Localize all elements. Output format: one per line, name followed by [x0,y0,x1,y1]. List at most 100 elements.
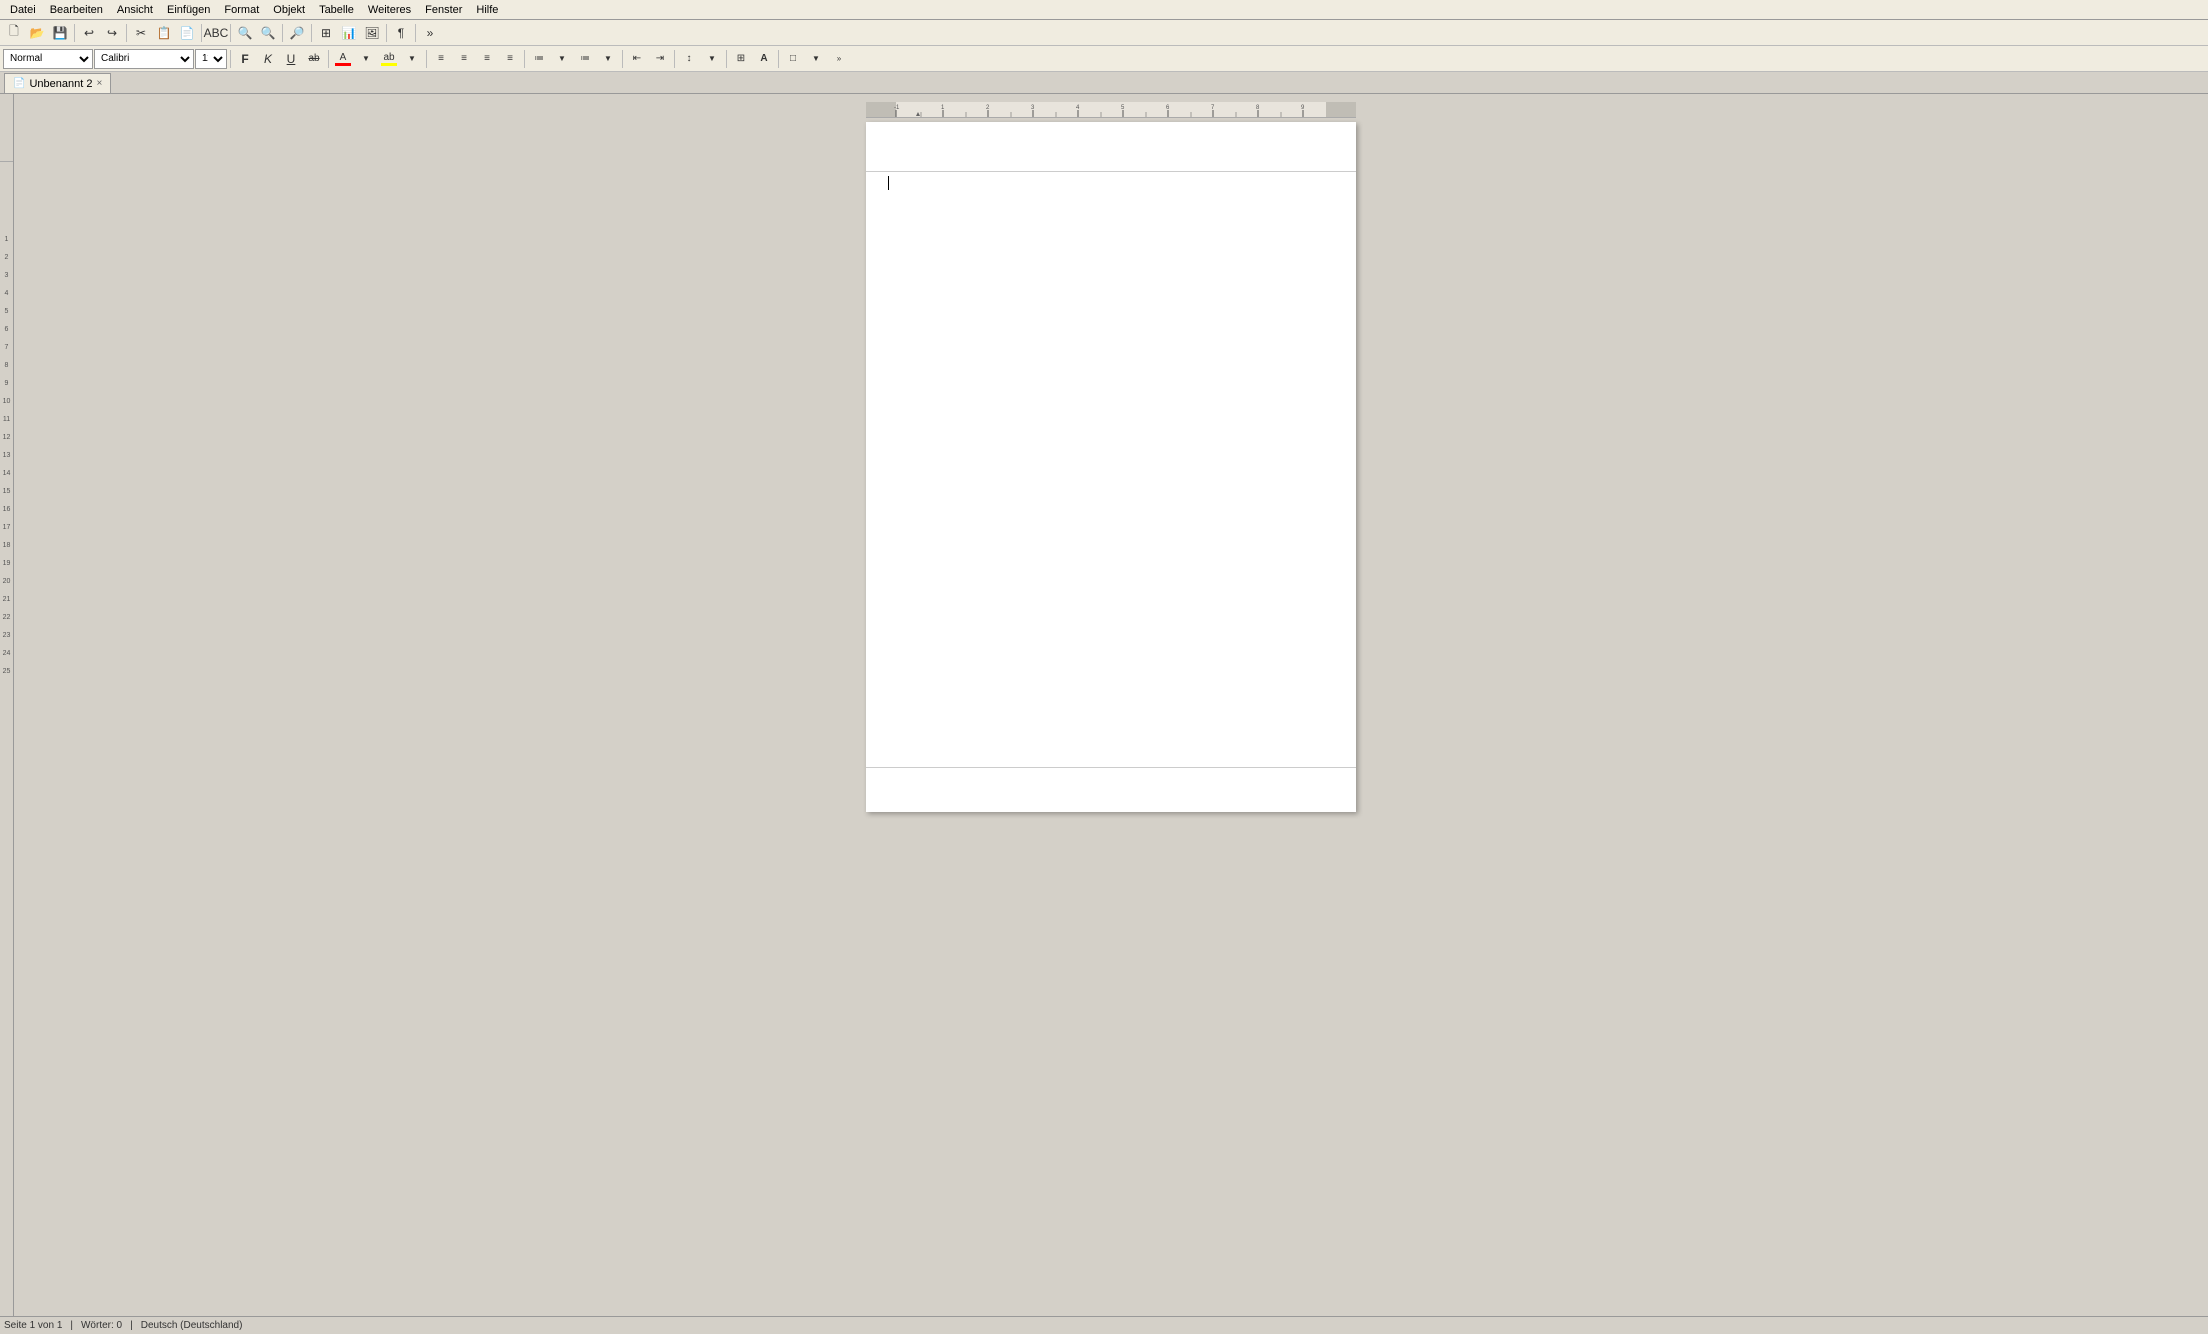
font-color-button[interactable]: A [332,49,354,69]
indent-button[interactable]: ⇥ [649,49,671,69]
font-size-dropdown[interactable]: 11 [195,49,227,69]
zoom-out-button[interactable]: 🔍 [257,23,279,43]
v-ruler-marks: 1 2 3 4 5 6 7 8 9 10 11 12 13 14 15 16 1… [3,230,11,680]
v-mark-9: 9 [3,374,11,392]
separator-1 [74,24,75,42]
tab-close-button[interactable]: × [96,78,102,89]
highlight-color-button[interactable]: ab [378,49,400,69]
v-mark-23: 23 [3,626,11,644]
v-ruler-top [0,94,13,162]
underline-button[interactable]: U [280,49,302,69]
align-center-button[interactable]: ≡ [453,49,475,69]
vertical-ruler: 1 2 3 4 5 6 7 8 9 10 11 12 13 14 15 16 1… [0,94,14,1316]
sep-fmt-1 [230,50,231,68]
horizontal-ruler: -1 1 2 3 4 [866,102,1356,118]
font-dropdown[interactable]: Calibri [94,49,194,69]
menu-hilfe[interactable]: Hilfe [470,3,504,17]
menu-ansicht[interactable]: Ansicht [111,3,159,17]
copy-button[interactable]: 📋 [153,23,175,43]
menu-objekt[interactable]: Objekt [267,3,311,17]
frame-arrow[interactable]: ▼ [805,49,827,69]
separator-6 [311,24,312,42]
font-color-indicator [335,63,351,66]
open-button[interactable]: 📂 [26,23,48,43]
save-button[interactable]: 💾 [49,23,71,43]
new-button[interactable]: 🗋 [3,23,25,43]
separator-8 [415,24,416,42]
highlight-arrow[interactable]: ▼ [401,49,423,69]
paste-button[interactable]: 📄 [176,23,198,43]
menu-datei[interactable]: Datei [4,3,42,17]
main-area: 1 2 3 4 5 6 7 8 9 10 11 12 13 14 15 16 1… [0,94,2208,1316]
chart-button[interactable]: 📊 [338,23,360,43]
list-ordered-button[interactable]: ≔ [574,49,596,69]
cut-button[interactable]: ✂ [130,23,152,43]
frame-button[interactable]: □ [782,49,804,69]
menu-einfuegen[interactable]: Einfügen [161,3,216,17]
separator-7 [386,24,387,42]
table-insert-button[interactable]: ⊞ [315,23,337,43]
language-indicator: Deutsch (Deutschland) [141,1320,243,1331]
menu-bearbeiten[interactable]: Bearbeiten [44,3,109,17]
status-bar: Seite 1 von 1 | Wörter: 0 | Deutsch (Deu… [0,1316,2208,1334]
v-mark-24: 24 [3,644,11,662]
v-mark-12: 12 [3,428,11,446]
strikethrough-button[interactable]: ab [303,49,325,69]
nonprint-button[interactable]: ¶ [390,23,412,43]
editor-area[interactable]: -1 1 2 3 4 [14,94,2208,1316]
v-mark-3: 3 [3,266,11,284]
justify-button[interactable]: ≡ [499,49,521,69]
styles-button[interactable]: A [753,49,775,69]
v-mark-8: 8 [3,356,11,374]
h-ruler-container: -1 1 2 3 4 [866,102,1356,118]
v-mark-10: 10 [3,392,11,410]
undo-button[interactable]: ↩ [78,23,100,43]
zoom-in-button[interactable]: 🔍 [234,23,256,43]
menu-fenster[interactable]: Fenster [419,3,468,17]
word-count: Wörter: 0 [81,1320,122,1331]
find-button[interactable]: 🔎 [286,23,308,43]
v-mark-20: 20 [3,572,11,590]
menu-bar: Datei Bearbeiten Ansicht Einfügen Format… [0,0,2208,20]
more-fmt-button[interactable]: » [828,49,850,69]
line-spacing-button[interactable]: ↕ [678,49,700,69]
page-wrapper [866,122,1356,816]
line-spacing-arrow[interactable]: ▼ [701,49,723,69]
align-right-button[interactable]: ≡ [476,49,498,69]
document-tab[interactable]: 📄 Unbenannt 2 × [4,73,111,93]
sep-fmt-4 [524,50,525,68]
v-mark-1: 1 [3,230,11,248]
v-mark-7: 7 [3,338,11,356]
v-mark-5: 5 [3,302,11,320]
italic-button[interactable]: K [257,49,279,69]
page-body[interactable] [866,172,1356,767]
highlight-color-indicator [381,63,397,66]
separator-4 [230,24,231,42]
sep-fmt-8 [778,50,779,68]
image-button[interactable]: 🖼 [361,23,383,43]
font-color-arrow[interactable]: ▼ [355,49,377,69]
more-button[interactable]: » [419,23,441,43]
v-mark-15: 15 [3,482,11,500]
list-ordered-arrow[interactable]: ▼ [597,49,619,69]
spell-button[interactable]: ABC [205,23,227,43]
sep-fmt-2 [328,50,329,68]
separator-2 [126,24,127,42]
outdent-button[interactable]: ⇤ [626,49,648,69]
menu-weiteres[interactable]: Weiteres [362,3,417,17]
align-left-button[interactable]: ≡ [430,49,452,69]
v-mark-14: 14 [3,464,11,482]
columns-button[interactable]: ⊞ [730,49,752,69]
redo-button[interactable]: ↪ [101,23,123,43]
menu-tabelle[interactable]: Tabelle [313,3,360,17]
style-dropdown[interactable]: Normal [3,49,93,69]
v-mark-6: 6 [3,320,11,338]
v-mark-16: 16 [3,500,11,518]
separator-3 [201,24,202,42]
bold-button[interactable]: F [234,49,256,69]
list-arrow[interactable]: ▼ [551,49,573,69]
list-unordered-button[interactable]: ≔ [528,49,550,69]
menu-format[interactable]: Format [218,3,265,17]
document-page[interactable] [866,122,1356,812]
sep-status: | [70,1320,73,1331]
